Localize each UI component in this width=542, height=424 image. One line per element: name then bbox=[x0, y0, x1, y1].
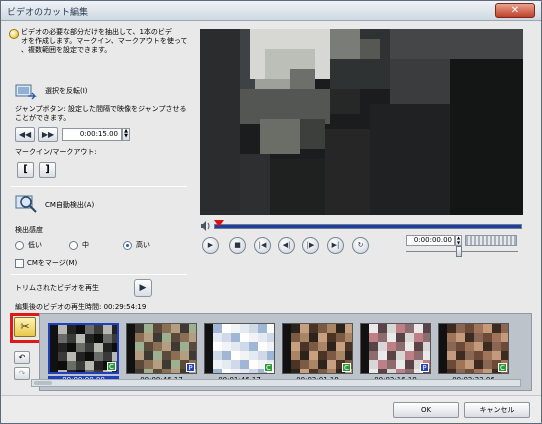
video-frame bbox=[200, 29, 523, 215]
close-button[interactable]: ✕ bbox=[495, 3, 535, 18]
sensitivity-high-label: 高い bbox=[136, 241, 150, 249]
jog-slider-thumb[interactable] bbox=[456, 246, 462, 257]
trim-play-button[interactable]: ▶ bbox=[134, 279, 152, 297]
scissors-icon: ✂ bbox=[20, 320, 30, 333]
jump-description-line-2: ことができます。 bbox=[15, 114, 71, 122]
step-back-icon: ◀| bbox=[282, 241, 291, 249]
undo-button[interactable]: ↶ bbox=[14, 351, 30, 364]
trim-play-label: トリムされたビデオを再生 bbox=[15, 284, 99, 292]
info-icon bbox=[9, 29, 19, 39]
sensitivity-mid-radio[interactable] bbox=[69, 241, 78, 250]
cm-marker-icon: C bbox=[264, 363, 273, 372]
cm-merge-label: CMをマージ(M) bbox=[27, 259, 78, 267]
skip-back-icon: |◀ bbox=[258, 241, 267, 249]
go-to-end-button[interactable]: ▶| bbox=[327, 237, 344, 254]
cm-merge-checkbox[interactable] bbox=[15, 259, 24, 268]
intro-line-2: オを作成します。マークイン、マークアウトを使って bbox=[21, 37, 188, 45]
invert-selection-button[interactable]: 選択を反転(I) bbox=[45, 87, 88, 96]
skip-forward-icon: ▶| bbox=[331, 241, 340, 249]
edited-duration-text: 編集後のビデオの再生時間: 00:29:54:19 bbox=[15, 303, 147, 311]
repeat-button[interactable]: ↻ bbox=[352, 237, 369, 254]
redo-button[interactable]: ↷ bbox=[14, 367, 30, 380]
intro-line-1: ビデオの必要な部分だけを抽出して、1本のビデ bbox=[21, 28, 172, 36]
sensitivity-low-radio[interactable] bbox=[15, 241, 24, 250]
thumbnail[interactable]: P bbox=[126, 323, 197, 374]
sensitivity-heading: 検出感度 bbox=[15, 226, 43, 234]
rewind-icon: ◀◀ bbox=[18, 130, 32, 139]
ok-button[interactable]: OK bbox=[393, 402, 459, 418]
shuttle-control[interactable] bbox=[465, 235, 517, 246]
separator bbox=[11, 274, 187, 275]
jump-description-line-1: ジャンプボタン: 設定した間隔で映像をジャンプさせる bbox=[15, 105, 187, 113]
mark-out-button[interactable]: ] bbox=[39, 162, 56, 178]
cut-edit-window: ビデオのカット編集 ✕ ビデオの必要な部分だけを抽出して、1本のビデ オを作成し… bbox=[0, 0, 542, 424]
jump-forward-button[interactable]: ▶▶ bbox=[38, 127, 58, 142]
thumbnail[interactable]: C bbox=[438, 323, 509, 374]
previous-frame-button[interactable]: ◀| bbox=[278, 237, 295, 254]
dialog-footer: OK キャンセル bbox=[1, 395, 541, 423]
cm-marker-icon: C bbox=[342, 363, 351, 372]
undo-icon: ↶ bbox=[18, 353, 26, 362]
stop-icon: ■ bbox=[234, 241, 241, 249]
timecode-spinner[interactable]: ▲ ▼ bbox=[455, 235, 462, 246]
jump-interval-field[interactable]: 0:00:15.00 bbox=[62, 128, 122, 141]
mark-in-button[interactable]: [ bbox=[17, 162, 34, 178]
sensitivity-mid-label: 中 bbox=[82, 241, 89, 249]
play-button[interactable]: ▶ bbox=[202, 237, 219, 254]
sensitivity-low-label: 低い bbox=[28, 241, 42, 249]
thumbnail[interactable]: C bbox=[282, 323, 353, 374]
cm-marker-icon: C bbox=[107, 362, 116, 371]
thumbnail[interactable]: C bbox=[204, 323, 275, 374]
invert-selection-icon[interactable] bbox=[15, 82, 37, 100]
repeat-icon: ↻ bbox=[357, 241, 364, 249]
go-to-start-button[interactable]: |◀ bbox=[254, 237, 271, 254]
jog-slider-track[interactable] bbox=[406, 251, 518, 252]
jump-back-button[interactable]: ◀◀ bbox=[15, 127, 35, 142]
thumbnail[interactable]: P bbox=[360, 323, 431, 374]
intro-line-3: 、複数範囲を設定できます。 bbox=[21, 46, 112, 54]
cm-detect-button[interactable]: CM自動検出(A) bbox=[45, 201, 94, 210]
sensitivity-high-radio[interactable] bbox=[123, 241, 132, 250]
cut-button[interactable]: ✂ bbox=[14, 317, 36, 337]
mark-heading: マークイン/マークアウト: bbox=[15, 148, 97, 156]
program-marker-icon: P bbox=[186, 363, 195, 372]
timecode-field[interactable]: 0:00:00.00 bbox=[406, 235, 455, 246]
seek-position-marker[interactable] bbox=[214, 220, 224, 227]
title-bar: ビデオのカット編集 ✕ bbox=[1, 1, 541, 21]
thumbnail-scrollbar[interactable] bbox=[31, 379, 521, 387]
cancel-button[interactable]: キャンセル bbox=[464, 402, 530, 418]
thumbnail[interactable]: C bbox=[48, 323, 119, 374]
volume-icon[interactable] bbox=[200, 221, 211, 231]
scrollbar-thumb[interactable] bbox=[34, 381, 52, 385]
step-forward-icon: |▶ bbox=[306, 241, 315, 249]
redo-icon: ↷ bbox=[18, 369, 26, 378]
jump-interval-spinner[interactable]: ▲ ▼ bbox=[122, 128, 130, 141]
fast-forward-icon: ▶▶ bbox=[41, 130, 55, 139]
cm-marker-icon: C bbox=[498, 363, 507, 372]
window-title: ビデオのカット編集 bbox=[7, 8, 89, 18]
stop-button[interactable]: ■ bbox=[229, 237, 246, 254]
seek-bar[interactable] bbox=[214, 224, 522, 229]
next-frame-button[interactable]: |▶ bbox=[302, 237, 319, 254]
video-preview bbox=[200, 29, 523, 215]
play-icon: ▶ bbox=[207, 241, 214, 249]
play-icon: ▶ bbox=[139, 283, 147, 293]
program-marker-icon: P bbox=[420, 363, 429, 372]
cm-detect-icon[interactable] bbox=[15, 194, 39, 214]
separator bbox=[11, 186, 187, 187]
